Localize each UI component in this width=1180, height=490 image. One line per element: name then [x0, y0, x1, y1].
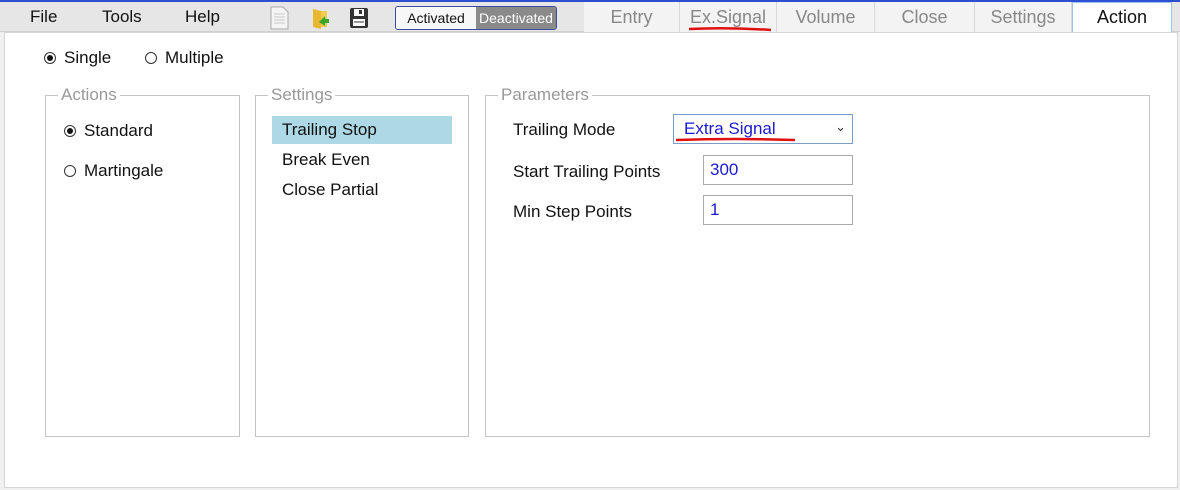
- list-item-close-partial[interactable]: Close Partial: [272, 176, 452, 204]
- save-icon[interactable]: [348, 6, 370, 30]
- tab-volume[interactable]: Volume: [777, 2, 875, 32]
- activated-option[interactable]: Activated: [396, 7, 476, 29]
- start-trailing-input[interactable]: 300: [703, 155, 853, 185]
- radio-unchecked-icon: [145, 52, 157, 64]
- radio-single[interactable]: Single: [44, 48, 111, 68]
- action-panel: Single Multiple Actions Standard Marting…: [4, 32, 1178, 488]
- open-folder-icon[interactable]: [310, 6, 332, 30]
- radio-standard[interactable]: Standard: [64, 121, 153, 141]
- parameters-group: Parameters Trailing Mode Extra Signal ⌄ …: [485, 85, 1150, 437]
- activation-toggle[interactable]: Activated Deactivated: [395, 6, 557, 30]
- deactivated-option[interactable]: Deactivated: [476, 7, 556, 29]
- radio-checked-icon: [44, 52, 56, 64]
- list-item-break-even[interactable]: Break Even: [272, 146, 452, 174]
- actions-group: Actions Standard Martingale: [45, 85, 240, 437]
- start-trailing-label: Start Trailing Points: [513, 162, 661, 181]
- radio-multiple[interactable]: Multiple: [145, 48, 224, 68]
- tab-action[interactable]: Action: [1072, 2, 1172, 32]
- tab-settings[interactable]: Settings: [975, 2, 1072, 32]
- chevron-down-icon: ⌄: [835, 119, 846, 134]
- actions-title: Actions: [58, 85, 120, 105]
- trailing-mode-select[interactable]: Extra Signal ⌄: [673, 114, 853, 144]
- list-item-trailing-stop[interactable]: Trailing Stop: [272, 116, 452, 144]
- radio-checked-icon: [64, 125, 76, 137]
- settings-title: Settings: [268, 85, 336, 105]
- tab-entry[interactable]: Entry: [584, 2, 680, 32]
- min-step-label: Min Step Points: [513, 202, 633, 221]
- radio-martingale[interactable]: Martingale: [64, 161, 163, 181]
- menu-file[interactable]: File: [30, 7, 57, 27]
- min-step-input[interactable]: 1: [703, 195, 853, 225]
- parameters-title: Parameters: [498, 85, 592, 105]
- menu-help[interactable]: Help: [185, 7, 220, 27]
- tab-bar: Entry Ex.Signal Volume Close Settings Ac…: [584, 2, 1172, 32]
- tab-close[interactable]: Close: [875, 2, 975, 32]
- tab-ex-signal[interactable]: Ex.Signal: [680, 2, 777, 32]
- radio-unchecked-icon: [64, 165, 76, 177]
- red-underline-annotation: [675, 137, 796, 142]
- new-file-icon[interactable]: [268, 6, 290, 30]
- settings-group: Settings Trailing Stop Break Even Close …: [255, 85, 469, 437]
- menu-tools[interactable]: Tools: [102, 7, 142, 27]
- trailing-mode-label: Trailing Mode: [513, 120, 616, 139]
